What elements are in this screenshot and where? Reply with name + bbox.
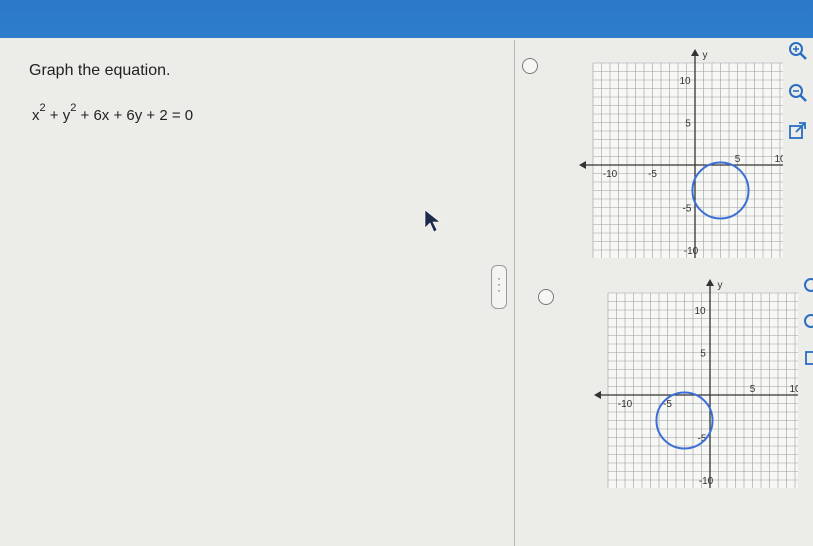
zoom-in-icon[interactable] <box>787 40 809 62</box>
tick-label-x-neg10: -10 <box>618 399 633 410</box>
tick-label-y-5: 5 <box>685 119 691 130</box>
tick-label-x-5: 5 <box>735 154 741 165</box>
y-axis-arrow-up <box>706 279 714 286</box>
eq-rest: + 6x + 6y + 2 = 0 <box>76 107 194 124</box>
pane-divider <box>514 40 515 546</box>
tick-label-x-10: 10 <box>774 154 783 165</box>
option-a-graph[interactable]: -10-5510105-5-10xy <box>568 48 783 258</box>
tick-label-x-neg10: -10 <box>603 169 618 180</box>
question-prompt: Graph the equation. <box>29 62 171 79</box>
x-axis-arrow-left <box>594 391 601 399</box>
tick-label-y-10: 10 <box>694 306 706 317</box>
equation: x2 + y2 + 6x + 6y + 2 = 0 <box>32 102 193 124</box>
mouse-cursor-icon <box>424 209 441 233</box>
tick-label-x-neg5: -5 <box>648 169 657 180</box>
y-axis-label: y <box>703 50 708 61</box>
option-b-radio[interactable] <box>538 289 554 305</box>
x-axis-arrow-left <box>579 161 586 169</box>
tick-label-y-neg5: -5 <box>683 204 692 215</box>
tick-label-y-neg10: -10 <box>684 246 699 257</box>
zoom-in-icon-partial[interactable] <box>800 274 813 296</box>
tick-label-x-5: 5 <box>750 384 756 395</box>
pane-resize-handle[interactable]: · · · <box>491 265 507 309</box>
y-axis-label: y <box>718 280 723 291</box>
external-link-icon[interactable] <box>787 120 809 142</box>
tick-label-x-10: 10 <box>789 384 798 395</box>
external-link-icon-partial[interactable] <box>800 346 813 368</box>
option-b-graph[interactable]: -10-5510105-5-10xy <box>583 278 798 488</box>
tick-label-y-5: 5 <box>700 349 706 360</box>
tick-label-y-neg10: -10 <box>699 476 714 487</box>
drag-dots-icon: · · · <box>497 271 501 297</box>
tick-label-y-10: 10 <box>679 76 691 87</box>
eq-plus: + <box>45 107 63 124</box>
option-a-radio[interactable] <box>522 58 538 74</box>
eq-x: x <box>32 107 40 124</box>
zoom-out-icon[interactable] <box>787 82 809 104</box>
y-axis-arrow-up <box>691 49 699 56</box>
zoom-out-icon-partial[interactable] <box>800 310 813 332</box>
